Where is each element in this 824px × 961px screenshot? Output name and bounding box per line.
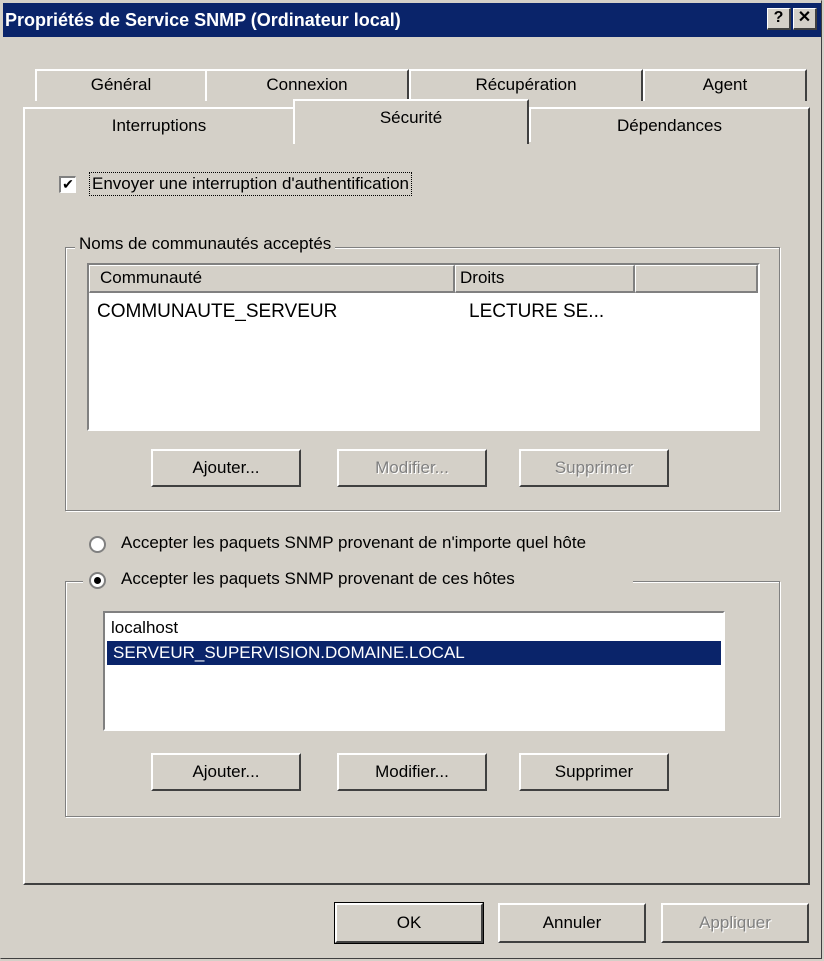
tab-interruptions[interactable]: Interruptions [23,107,295,142]
window-title: Propriétés de Service SNMP (Ordinateur l… [5,10,401,30]
tab-recuperation[interactable]: Récupération [409,69,643,101]
column-header-rights[interactable]: Droits [455,265,635,293]
tab-connexion[interactable]: Connexion [205,69,409,101]
ok-button[interactable]: OK [334,902,484,944]
add-host-button[interactable]: Ajouter... [151,753,301,791]
help-button[interactable]: ? [767,8,791,30]
column-header-community[interactable]: Communauté [89,265,455,293]
tab-agent[interactable]: Agent [643,69,807,101]
community-rights-cell[interactable]: LECTURE SE... [469,301,604,323]
title-bar[interactable]: Propriétés de Service SNMP (Ordinateur l… [3,3,821,37]
send-trap-label[interactable]: Envoyer une interruption d'authentificat… [89,172,413,196]
accept-hosts-label[interactable]: Accepter les paquets SNMP provenant de c… [121,569,515,589]
hosts-list[interactable]: localhost SERVEUR_SUPERVISION.DOMAINE.LO… [103,611,725,731]
tab-general[interactable]: Général [35,69,207,101]
radio-dot-icon [94,577,101,584]
checkmark-icon: ✔ [62,176,74,192]
remove-host-button[interactable]: Supprimer [519,753,669,791]
communities-list[interactable]: Communauté Droits COMMUNAUTE_SERVEUR LEC… [87,263,760,431]
close-button[interactable]: ✕ [793,8,817,30]
column-header-empty[interactable] [635,265,758,293]
communities-legend: Noms de communautés acceptés [75,234,336,254]
host-item-selected[interactable]: SERVEUR_SUPERVISION.DOMAINE.LOCAL [107,641,721,665]
add-community-button[interactable]: Ajouter... [151,449,301,487]
cancel-button[interactable]: Annuler [498,903,646,943]
accept-hosts-radio[interactable] [89,572,106,589]
edit-community-button[interactable]: Modifier... [337,449,487,487]
help-icon: ? [773,9,784,26]
accept-any-label[interactable]: Accepter les paquets SNMP provenant de n… [121,533,586,553]
host-item[interactable]: localhost [111,617,719,639]
community-name-cell[interactable]: COMMUNAUTE_SERVEUR [97,301,337,323]
apply-button[interactable]: Appliquer [661,903,809,943]
edit-host-button[interactable]: Modifier... [337,753,487,791]
remove-community-button[interactable]: Supprimer [519,449,669,487]
tab-securite[interactable]: Sécurité [293,99,529,144]
close-icon: ✕ [797,9,812,26]
properties-window: Propriétés de Service SNMP (Ordinateur l… [0,0,822,959]
send-trap-checkbox[interactable]: ✔ [59,176,76,193]
tab-dependances[interactable]: Dépendances [529,107,810,142]
accept-any-radio[interactable] [89,536,106,553]
